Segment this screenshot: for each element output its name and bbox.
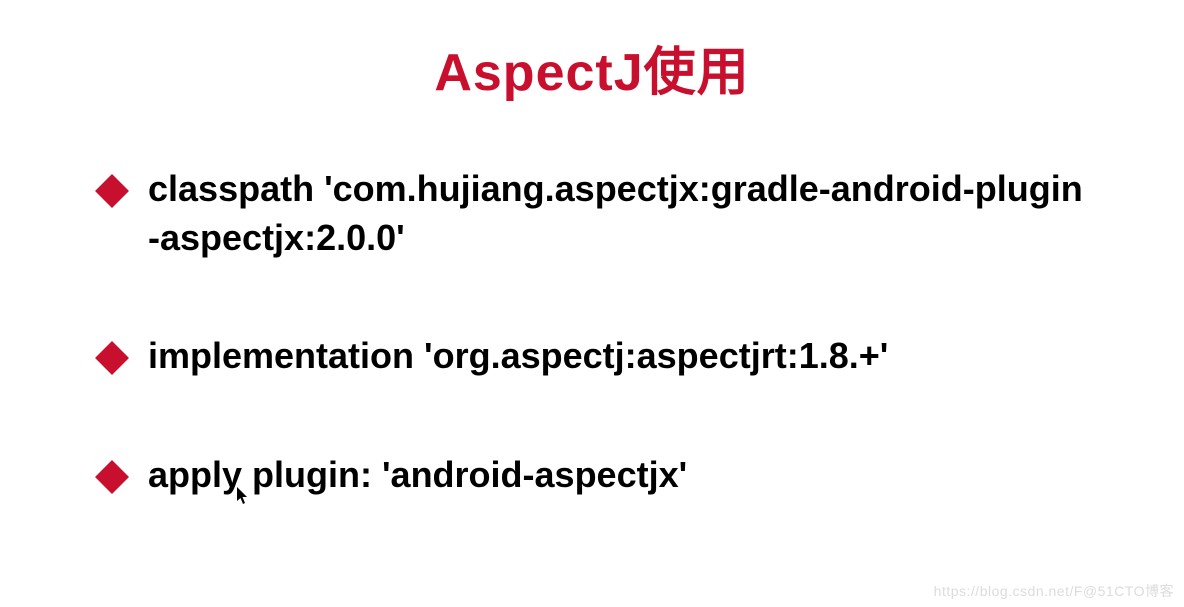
diamond-bullet-icon <box>95 174 129 208</box>
diamond-bullet-icon <box>95 460 129 494</box>
bullet-item: classpath 'com.hujiang.aspectjx:gradle-a… <box>100 165 1084 262</box>
watermark-text: https://blog.csdn.net/F@51CTO博客 <box>934 581 1174 601</box>
cursor-icon <box>237 487 249 510</box>
slide-title: AspectJ使用 <box>100 30 1084 105</box>
diamond-bullet-icon <box>95 341 129 375</box>
slide-container: AspectJ使用 classpath 'com.hujiang.aspectj… <box>0 0 1184 539</box>
bullet-text: implementation 'org.aspectj:aspectjrt:1.… <box>148 332 1084 381</box>
bullet-item: implementation 'org.aspectj:aspectjrt:1.… <box>100 332 1084 381</box>
bullet-text: apply plugin: 'android-aspectjx' <box>148 451 1084 500</box>
bullet-list: classpath 'com.hujiang.aspectjx:gradle-a… <box>100 165 1084 499</box>
bullet-text: classpath 'com.hujiang.aspectjx:gradle-a… <box>148 165 1084 262</box>
